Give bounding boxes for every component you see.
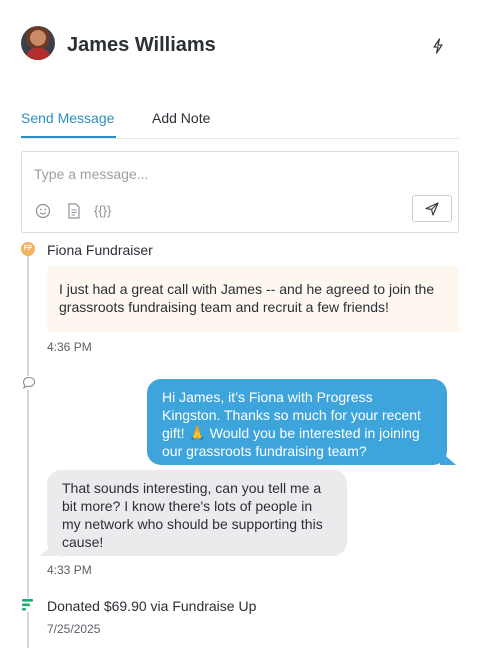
message-input[interactable]: [34, 166, 414, 182]
conversation-timestamp: 4:33 PM: [47, 563, 92, 577]
tab-add-note[interactable]: Add Note: [152, 110, 210, 126]
document-icon[interactable]: [67, 202, 81, 220]
avatar[interactable]: [21, 26, 55, 60]
chat-bubble-icon: [22, 376, 36, 390]
emoji-icon[interactable]: [35, 202, 51, 220]
send-icon: [425, 201, 439, 216]
lightning-icon[interactable]: [431, 38, 445, 54]
fundraise-up-icon: [21, 598, 35, 612]
variables-button[interactable]: {{}}: [94, 203, 111, 221]
note-timestamp: 4:36 PM: [47, 340, 92, 354]
note-author: Fiona Fundraiser: [47, 242, 153, 258]
donation-date: 7/25/2025: [47, 622, 101, 636]
active-tab-indicator: [21, 136, 116, 138]
incoming-message-text: That sounds interesting, can you tell me…: [62, 480, 323, 550]
note-body: I just had a great call with James -- an…: [47, 266, 459, 332]
outgoing-message: Hi James, it’s Fiona with Progress Kings…: [147, 379, 456, 465]
author-initials-badge: FF: [21, 242, 35, 256]
incoming-message: That sounds interesting, can you tell me…: [40, 470, 347, 556]
message-composer: {{}}: [21, 151, 459, 233]
contact-header: James Williams: [21, 26, 461, 66]
outgoing-message-text: Hi James, it’s Fiona with Progress Kings…: [162, 389, 421, 459]
send-button[interactable]: [412, 195, 452, 222]
tab-send-message[interactable]: Send Message: [21, 110, 114, 126]
contact-name: James Williams: [67, 34, 216, 56]
donation-text: Donated $69.90 via Fundraise Up: [47, 598, 257, 614]
tab-bar: Send Message Add Note: [21, 108, 459, 139]
timeline-line: [27, 252, 29, 648]
